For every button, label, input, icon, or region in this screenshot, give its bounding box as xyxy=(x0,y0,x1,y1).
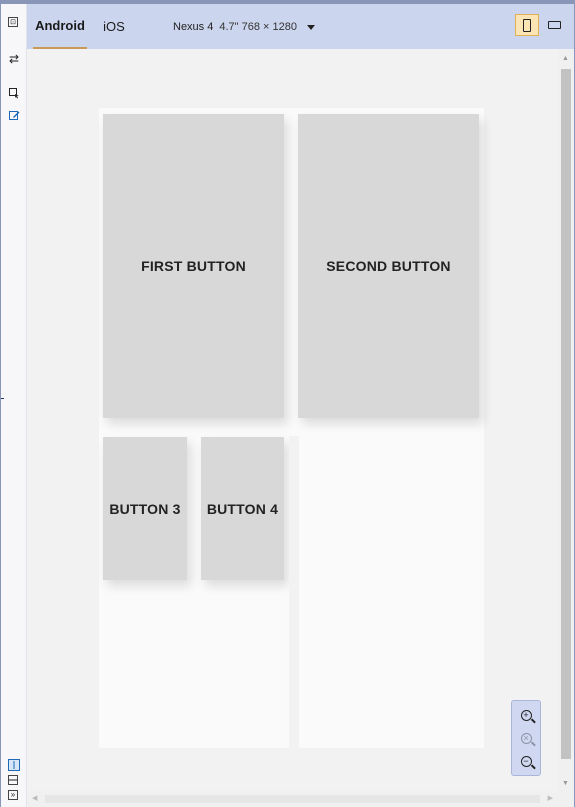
horizontal-scroll-thumb[interactable] xyxy=(45,795,540,803)
swap-icon[interactable]: ⇄ xyxy=(8,53,20,65)
designer-window: ⊡ ⇄ » Android iOS Nexus 4 4.7" 768 × 128… xyxy=(0,0,575,807)
scroll-right-icon[interactable]: ▶ xyxy=(548,794,553,802)
zoom-in-button[interactable]: + xyxy=(518,707,534,723)
device-name: Nexus 4 xyxy=(173,21,214,33)
portrait-button[interactable] xyxy=(515,14,539,36)
button-3[interactable]: BUTTON 3 xyxy=(103,437,187,580)
zoom-out-icon: − xyxy=(520,755,532,767)
landscape-icon xyxy=(547,21,561,29)
chevron-down-icon xyxy=(306,24,315,30)
device-dimensions: 4.7" 768 × 1280 xyxy=(219,21,297,33)
vertical-scrollbar[interactable]: ▲ ▼ xyxy=(558,49,574,791)
first-button[interactable]: FIRST BUTTON xyxy=(103,114,284,418)
zoom-out-button[interactable]: − xyxy=(518,753,534,769)
second-button[interactable]: SECOND BUTTON xyxy=(298,114,479,418)
expand-icon[interactable]: » xyxy=(8,790,18,800)
split-horizontal-icon[interactable] xyxy=(8,775,18,785)
layout-divider xyxy=(289,436,299,748)
edit-icon[interactable] xyxy=(8,109,20,121)
zoom-in-icon: + xyxy=(520,709,532,721)
zoom-fit-button[interactable]: × xyxy=(518,730,534,746)
top-toolbar: Android iOS Nexus 4 4.7" 768 × 1280 xyxy=(27,4,574,49)
scroll-up-icon[interactable]: ▲ xyxy=(562,55,569,62)
device-preview: FIRST BUTTON SECOND BUTTON BUTTON 3 BUTT… xyxy=(99,108,484,748)
tab-android[interactable]: Android xyxy=(33,4,87,49)
device-selector[interactable]: Nexus 4 4.7" 768 × 1280 xyxy=(173,18,315,36)
split-vertical-icon[interactable] xyxy=(8,759,20,771)
button-4[interactable]: BUTTON 4 xyxy=(201,437,284,580)
design-canvas: FIRST BUTTON SECOND BUTTON BUTTON 3 BUTT… xyxy=(27,49,558,791)
tab-ios[interactable]: iOS xyxy=(99,4,129,49)
divider-mark xyxy=(1,398,4,399)
select-element-icon[interactable] xyxy=(8,87,20,99)
vertical-scroll-thumb[interactable] xyxy=(561,69,571,759)
left-toolbar: ⊡ ⇄ » xyxy=(1,4,27,807)
scrollbar-corner xyxy=(558,791,574,807)
zoom-fit-icon: × xyxy=(520,732,532,744)
landscape-button[interactable] xyxy=(542,14,566,36)
zoom-controls: + × − xyxy=(511,700,541,776)
scroll-down-icon[interactable]: ▼ xyxy=(562,780,569,787)
scroll-left-icon[interactable]: ◀ xyxy=(32,794,37,802)
properties-icon[interactable]: ⊡ xyxy=(8,17,18,27)
portrait-icon xyxy=(523,18,531,32)
horizontal-scrollbar[interactable]: ◀ ▶ xyxy=(27,791,558,807)
